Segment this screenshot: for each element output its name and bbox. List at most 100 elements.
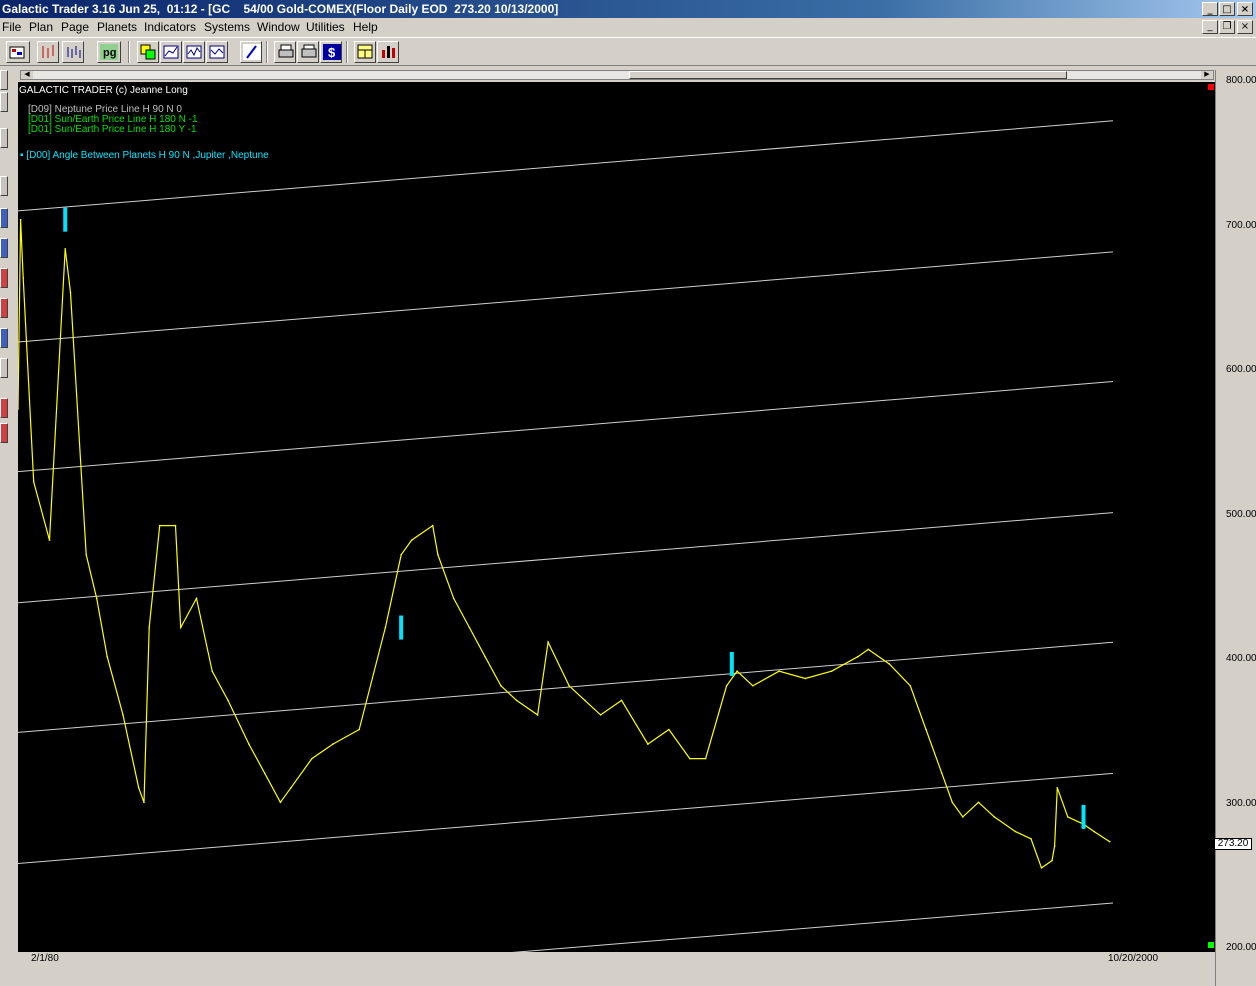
bar-chart-icon[interactable]	[377, 41, 399, 63]
y-tick-label: 800.00	[1226, 75, 1256, 86]
current-price-label: 273.20	[1214, 838, 1252, 850]
gold-price-point	[174, 524, 177, 527]
gold-price-point	[909, 685, 912, 687]
menu-file[interactable]: File	[2, 20, 21, 34]
menu-planets[interactable]: Planets	[97, 20, 137, 34]
strip-button[interactable]	[0, 268, 8, 288]
open-icon[interactable]	[6, 41, 30, 63]
toolbar-separator	[128, 41, 130, 63]
gold-price-point	[143, 801, 145, 804]
gold-price-point	[311, 757, 313, 760]
copy-icon[interactable]	[137, 41, 159, 63]
gold-price-point	[977, 801, 980, 804]
gold-price-point	[704, 757, 707, 760]
gold-price-point	[584, 699, 586, 702]
menu-utilities[interactable]: Utilities	[306, 20, 345, 34]
gold-price-point	[568, 685, 570, 687]
gold-price-point	[925, 728, 927, 731]
gold-price-point	[227, 699, 229, 702]
x-first-date-label: 2/1/80	[31, 953, 59, 964]
layout-icon[interactable]	[354, 41, 376, 63]
maximize-button[interactable]: □	[1219, 2, 1235, 16]
pg-icon[interactable]: pg	[97, 41, 121, 63]
child-restore-button[interactable]: ❐	[1219, 20, 1235, 34]
bottom-marker	[1208, 942, 1214, 948]
gold-price-point	[122, 714, 124, 716]
strip-button[interactable]	[0, 238, 8, 258]
menu-window[interactable]: Window	[257, 20, 300, 34]
gold-price-point	[736, 670, 738, 673]
gold-price-point	[1108, 840, 1111, 843]
bottom-pane	[18, 966, 1215, 986]
gold-price-point	[106, 655, 109, 658]
strip-button[interactable]	[0, 208, 8, 228]
strip-button[interactable]	[0, 398, 8, 418]
gold-price-point	[547, 641, 549, 643]
angle-marker	[729, 651, 734, 676]
dollar-icon[interactable]: $	[320, 41, 342, 63]
horizontal-scrollbar[interactable]: ◀ ▶	[20, 70, 1214, 80]
gold-price-point	[69, 291, 72, 294]
y-tick-label: 700.00	[1226, 220, 1256, 231]
menu-plan[interactable]: Plan	[29, 20, 53, 34]
neptune-price-line	[18, 772, 1114, 865]
candlestick-icon[interactable]	[37, 41, 59, 63]
bars-icon[interactable]	[62, 41, 84, 63]
gold-price-point	[804, 677, 807, 680]
strip-button[interactable]	[0, 128, 8, 148]
gold-price-point	[85, 553, 88, 556]
chart-zoom-icon[interactable]	[183, 41, 205, 63]
gold-price-point	[725, 685, 728, 687]
strip-button[interactable]	[0, 358, 8, 378]
gold-price-point	[248, 743, 250, 745]
scroll-left-arrow-icon[interactable]: ◀	[21, 71, 33, 79]
menu-help[interactable]: Help	[353, 20, 378, 34]
minimize-button[interactable]: _	[1202, 2, 1218, 16]
strip-button[interactable]	[0, 328, 8, 348]
gold-price-point	[263, 772, 266, 774]
zoom-icon[interactable]	[160, 41, 182, 63]
gold-price-point	[19, 218, 22, 221]
left-tool-strip	[0, 68, 10, 986]
toolbar: pg $	[0, 37, 1256, 66]
gold-price-point	[137, 786, 140, 789]
gold-price-point	[1051, 859, 1053, 862]
gold-price-series	[18, 219, 1111, 869]
gold-price-point	[1030, 837, 1032, 840]
chart-compare-icon[interactable]	[206, 41, 228, 63]
gold-price-point	[32, 481, 35, 483]
neptune-price-line	[18, 641, 1114, 733]
gold-price-point	[689, 757, 691, 760]
gold-price-point	[857, 655, 859, 658]
strip-button[interactable]	[0, 70, 8, 90]
print-icon[interactable]	[274, 41, 296, 63]
gold-price-point	[888, 663, 891, 665]
legend-sun-earth-price-line-y: [D01] Sun/Earth Price Line H 180 Y -1	[28, 124, 197, 135]
strip-button[interactable]	[0, 92, 8, 112]
gold-price-point	[452, 597, 455, 600]
toolbar-separator	[266, 41, 268, 63]
draw-icon[interactable]	[240, 41, 262, 63]
scroll-right-arrow-icon[interactable]: ▶	[1201, 71, 1213, 79]
child-minimize-button[interactable]: _	[1202, 20, 1218, 34]
strip-button[interactable]	[0, 423, 8, 443]
scroll-thumb[interactable]	[629, 71, 1067, 79]
close-button[interactable]: ×	[1237, 2, 1253, 16]
y-tick-label: 200.00	[1226, 942, 1256, 953]
strip-button[interactable]	[0, 298, 8, 318]
strip-button[interactable]	[0, 176, 8, 196]
y-tick-label: 600.00	[1226, 364, 1256, 375]
gold-price-point	[431, 524, 434, 527]
child-close-button[interactable]: ×	[1237, 20, 1253, 34]
neptune-price-line	[18, 381, 1114, 473]
price-chart[interactable]	[18, 82, 1215, 952]
menu-indicators[interactable]: Indicators	[144, 20, 196, 34]
print-setup-icon[interactable]	[297, 41, 319, 63]
chart-plot-area[interactable]: GALACTIC TRADER (c) Jeanne Long [D09] Ne…	[18, 82, 1215, 952]
gold-price-point	[400, 553, 402, 556]
gold-price-point	[179, 626, 182, 629]
menu-systems[interactable]: Systems	[204, 20, 250, 34]
gold-price-point	[668, 728, 670, 731]
menu-page[interactable]: Page	[61, 20, 89, 34]
gold-price-point	[940, 772, 943, 774]
